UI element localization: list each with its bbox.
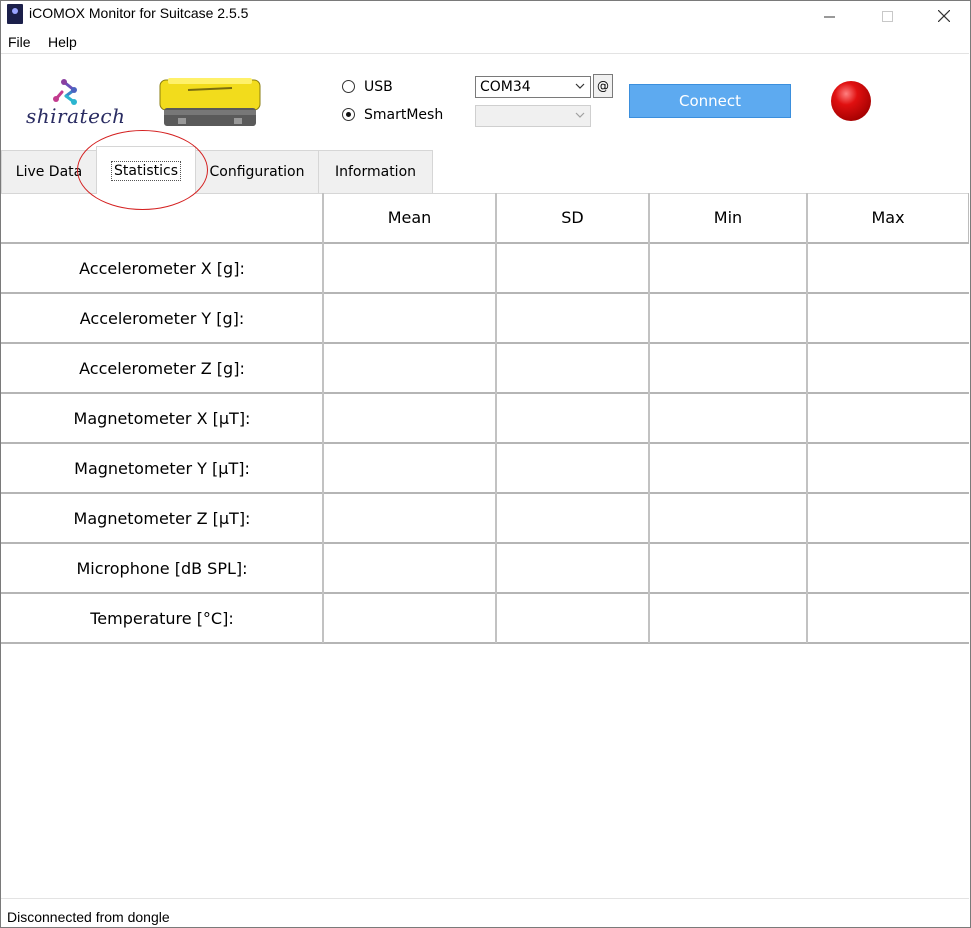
logo-wordmark: shiratech	[26, 104, 126, 128]
row-divider	[1, 292, 969, 294]
stat-value-cell	[649, 493, 807, 543]
row-divider	[1, 542, 969, 544]
menu-divider	[1, 53, 969, 54]
tab-information[interactable]: Information	[318, 150, 433, 193]
row-divider	[1, 642, 969, 644]
stat-value-cell	[323, 243, 496, 293]
stat-value-cell	[496, 393, 649, 443]
tab-label: Live Data	[15, 164, 83, 180]
column-header: Min	[649, 193, 807, 243]
row-label: Accelerometer X [g]:	[79, 258, 245, 278]
stat-value-cell	[649, 343, 807, 393]
stat-value-cell	[323, 593, 496, 643]
stat-value-cell	[323, 543, 496, 593]
connection-status-led	[831, 81, 871, 121]
chevron-down-icon	[575, 83, 585, 89]
stat-value-cell	[649, 443, 807, 493]
menu-help[interactable]: Help	[48, 34, 77, 50]
tab-label: Statistics	[111, 160, 181, 181]
stat-value-cell	[807, 393, 969, 443]
smartmesh-radio-label[interactable]: SmartMesh	[364, 107, 443, 123]
stat-value-cell	[807, 543, 969, 593]
column-header: SD	[496, 193, 649, 243]
tab-live-data[interactable]: Live Data	[1, 150, 97, 193]
stat-value-cell	[496, 243, 649, 293]
row-divider	[1, 442, 969, 444]
usb-radio-label[interactable]: USB	[364, 79, 393, 95]
column-divider	[648, 193, 650, 643]
stat-value-cell	[496, 593, 649, 643]
smartmesh-radio[interactable]	[342, 108, 355, 121]
chevron-down-icon	[575, 112, 585, 118]
status-bar-divider	[1, 898, 969, 899]
stat-value-cell	[323, 493, 496, 543]
close-icon	[938, 10, 950, 22]
stat-value-cell	[496, 293, 649, 343]
stat-value-cell	[807, 443, 969, 493]
row-label: Temperature [°C]:	[90, 608, 234, 628]
minimize-button[interactable]	[806, 1, 852, 31]
maximize-icon	[881, 10, 893, 22]
row-label: Accelerometer Z [g]:	[79, 358, 245, 378]
stat-value-cell	[649, 243, 807, 293]
minimize-icon	[823, 16, 835, 17]
stat-value-cell	[649, 593, 807, 643]
stat-value-cell	[496, 543, 649, 593]
radio-selected-dot	[346, 112, 351, 117]
stat-value-cell	[496, 443, 649, 493]
com-port-value: COM34	[480, 79, 531, 95]
row-divider	[1, 392, 969, 394]
at-button[interactable]: @	[593, 74, 613, 98]
row-divider	[1, 592, 969, 594]
row-label: Accelerometer Y [g]:	[79, 308, 245, 328]
column-divider	[322, 193, 324, 643]
stat-value-cell	[649, 393, 807, 443]
stat-value-cell	[807, 493, 969, 543]
stat-value-cell	[649, 293, 807, 343]
smartmesh-select[interactable]	[475, 105, 591, 127]
tab-configuration[interactable]: Configuration	[195, 150, 319, 193]
tab-statistics[interactable]: Statistics	[96, 146, 196, 194]
device-image-icon	[159, 78, 261, 126]
connect-button[interactable]: Connect	[629, 84, 791, 118]
row-divider	[1, 242, 969, 244]
row-label: Microphone [dB SPL]:	[76, 558, 248, 578]
usb-radio[interactable]	[342, 80, 355, 93]
stat-value-cell	[323, 293, 496, 343]
app-icon	[7, 4, 23, 24]
stat-value-cell	[807, 243, 969, 293]
window-title: iCOMOX Monitor for Suitcase 2.5.5	[29, 5, 249, 21]
maximize-button[interactable]	[864, 1, 910, 31]
row-label: Magnetometer X [μT]:	[73, 408, 251, 428]
row-label: Magnetometer Y [μT]:	[74, 458, 250, 478]
stat-value-cell	[807, 343, 969, 393]
stat-value-cell	[323, 343, 496, 393]
column-divider	[495, 193, 497, 643]
stat-value-cell	[649, 543, 807, 593]
tab-label: Configuration	[209, 164, 305, 180]
menu-bar: File Help	[1, 31, 969, 53]
stat-value-cell	[496, 493, 649, 543]
stat-value-cell	[807, 593, 969, 643]
column-divider	[806, 193, 808, 643]
row-label: Magnetometer Z [μT]:	[73, 508, 251, 528]
row-divider	[1, 342, 969, 344]
column-header: Mean	[323, 193, 496, 243]
title-bar: iCOMOX Monitor for Suitcase 2.5.5	[1, 1, 970, 31]
com-port-select[interactable]: COM34	[475, 76, 591, 98]
close-button[interactable]	[921, 1, 967, 31]
menu-file[interactable]: File	[8, 34, 31, 50]
tab-label: Information	[334, 164, 417, 180]
status-bar-text: Disconnected from dongle	[7, 909, 170, 925]
stat-value-cell	[496, 343, 649, 393]
column-header: Max	[807, 193, 969, 243]
stat-value-cell	[323, 443, 496, 493]
stat-value-cell	[323, 393, 496, 443]
stat-value-cell	[807, 293, 969, 343]
row-divider	[1, 492, 969, 494]
